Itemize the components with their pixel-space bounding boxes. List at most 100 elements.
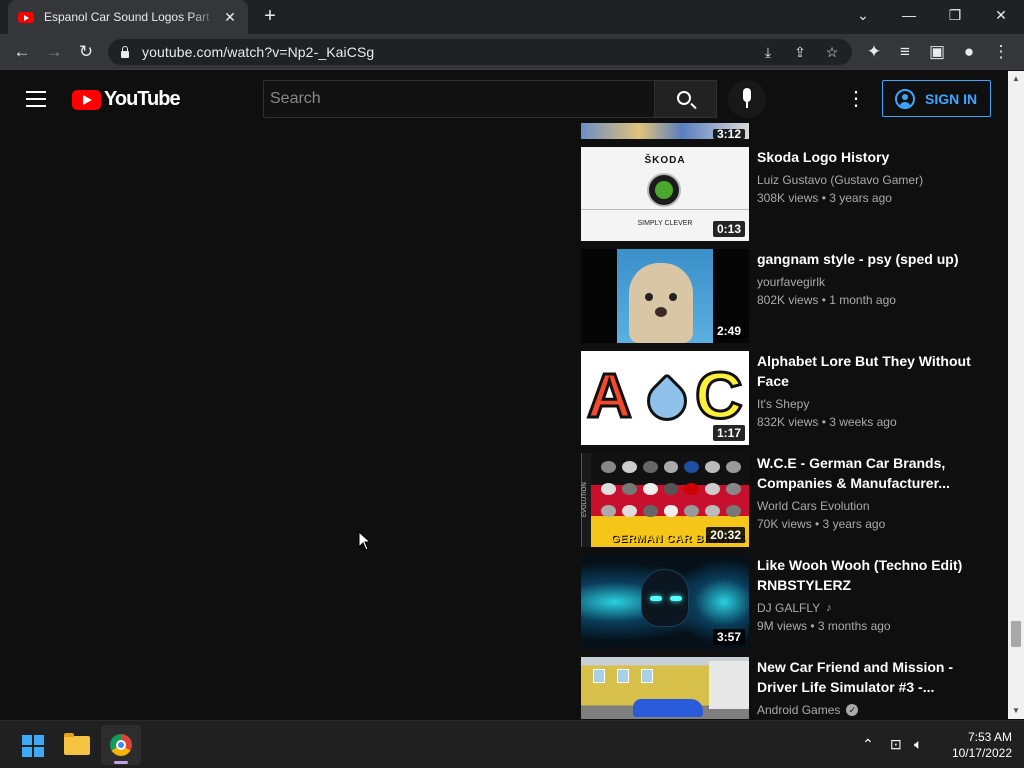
- list-item[interactable]: 3:57 Like Wooh Wooh (Techno Edit) RNBSTY…: [581, 555, 1001, 649]
- channel-name[interactable]: World Cars Evolution: [757, 497, 977, 515]
- search-button[interactable]: [655, 80, 717, 118]
- clock-date: 10/17/2022: [951, 746, 1012, 760]
- system-clock[interactable]: 7:53 AM 10/17/2022: [940, 729, 1012, 761]
- mouse-cursor-icon: [358, 530, 372, 552]
- browser-toolbar: ← → ↻ youtube.com/watch?v=Np2-_KaiCSg ⤓ …: [0, 34, 1024, 70]
- video-title[interactable]: Alphabet Lore But They Without Face: [757, 351, 977, 391]
- tab-title: Espanol Car Sound Logos Part 1 - YouTube: [44, 10, 216, 24]
- video-thumbnail[interactable]: [581, 657, 749, 719]
- video-thumbnail[interactable]: 3:12: [581, 123, 749, 139]
- video-title[interactable]: New Car Friend and Mission - Driver Life…: [757, 657, 977, 697]
- youtube-logo[interactable]: YouTube: [72, 88, 181, 111]
- video-thumbnail[interactable]: 2:49: [581, 249, 749, 343]
- profile-icon[interactable]: ●: [957, 40, 981, 64]
- verified-check-icon: ✓: [846, 704, 859, 716]
- chrome-taskbar-button[interactable]: [101, 725, 141, 765]
- video-thumbnail[interactable]: A C 1:17: [581, 351, 749, 445]
- channel-name[interactable]: DJ GALFLY: [757, 599, 820, 617]
- media-control-icon[interactable]: ≡: [893, 40, 917, 64]
- chrome-icon: [110, 734, 132, 756]
- forward-arrow-icon[interactable]: →: [42, 40, 66, 64]
- lock-icon[interactable]: [120, 46, 130, 58]
- skoda-logo-icon: [647, 173, 681, 207]
- video-duration: 0:13: [712, 221, 745, 237]
- letter-a-text: A: [586, 361, 634, 433]
- volume-icon[interactable]: 🔈︎: [914, 736, 922, 753]
- list-item[interactable]: EVOLUTION GERMAN CAR BRANDS 20:32 W.C.E …: [581, 453, 1001, 547]
- tab-search-icon[interactable]: ⌄: [840, 0, 886, 34]
- network-icon[interactable]: ⊡: [890, 736, 902, 753]
- channel-row: Android Games ✓: [757, 701, 977, 719]
- cat-face-icon: [629, 263, 693, 343]
- side-panel-icon[interactable]: ▣: [925, 40, 949, 64]
- sign-in-label: SIGN IN: [925, 90, 978, 107]
- share-icon[interactable]: ⇪: [790, 42, 810, 62]
- video-title[interactable]: Skoda Logo History: [757, 147, 977, 167]
- video-meta: New Car Friend and Mission - Driver Life…: [757, 657, 977, 719]
- video-duration: 1:17: [712, 425, 745, 441]
- url-text[interactable]: youtube.com/watch?v=Np2-_KaiCSg: [142, 44, 374, 60]
- folder-icon: [64, 733, 90, 755]
- back-arrow-icon[interactable]: ←: [10, 40, 34, 64]
- close-window-button[interactable]: ✕: [978, 0, 1024, 34]
- start-button[interactable]: [12, 725, 52, 765]
- video-meta: Skoda Logo History Luiz Gustavo (Gustavo…: [757, 147, 977, 207]
- reload-icon[interactable]: ↻: [74, 40, 98, 64]
- scroll-up-arrow-icon[interactable]: ▲: [1008, 71, 1024, 87]
- browser-tab-bar: Espanol Car Sound Logos Part 1 - YouTube…: [0, 0, 1024, 34]
- car-icon: [633, 699, 703, 717]
- hooded-figure-icon: [641, 569, 689, 627]
- letter-b-shape: [638, 372, 696, 430]
- video-title[interactable]: gangnam style - psy (sped up): [757, 249, 977, 269]
- channel-name[interactable]: Android Games: [757, 701, 840, 719]
- youtube-play-icon: [72, 89, 101, 110]
- video-duration: 20:32: [706, 527, 745, 543]
- new-tab-button[interactable]: +: [259, 5, 281, 27]
- car-logos-grid: [601, 461, 741, 521]
- clock-time: 7:53 AM: [967, 730, 1012, 744]
- browser-menu-icon[interactable]: ⋮: [989, 40, 1013, 64]
- tab-close-icon[interactable]: ✕: [222, 9, 238, 26]
- show-hidden-icons-chevron-icon[interactable]: ⌃: [862, 736, 874, 753]
- music-note-icon: ♪: [826, 602, 832, 614]
- thumb-side-text: EVOLUTION: [581, 453, 591, 547]
- channel-name[interactable]: It's Shepy: [757, 395, 977, 413]
- youtube-header: YouTube ⋮ SIGN IN: [0, 71, 1008, 127]
- list-item[interactable]: New Car Friend and Mission - Driver Life…: [581, 657, 1001, 719]
- video-meta: Like Wooh Wooh (Techno Edit) RNBSTYLERZ …: [757, 555, 977, 635]
- page-scrollbar[interactable]: ▲ ▼: [1008, 71, 1024, 719]
- minimize-button[interactable]: —: [886, 0, 932, 34]
- list-item[interactable]: ŠKODA SIMPLY CLEVER 0:13 Skoda Logo Hist…: [581, 147, 1001, 241]
- browser-tab-active[interactable]: Espanol Car Sound Logos Part 1 - YouTube…: [8, 0, 248, 34]
- account-icon: [895, 88, 915, 109]
- video-thumbnail[interactable]: 3:57: [581, 555, 749, 649]
- scrollbar-thumb[interactable]: [1011, 621, 1021, 647]
- video-thumbnail[interactable]: ŠKODA SIMPLY CLEVER 0:13: [581, 147, 749, 241]
- list-item[interactable]: 2:49 gangnam style - psy (sped up) yourf…: [581, 249, 1001, 343]
- video-duration: 3:57: [712, 629, 745, 645]
- restore-button[interactable]: ❐: [932, 0, 978, 34]
- bookmark-star-icon[interactable]: ☆: [822, 42, 842, 62]
- video-stats: 802K views • 1 month ago: [757, 293, 896, 307]
- video-meta: Alphabet Lore But They Without Face It's…: [757, 351, 977, 431]
- video-stats: 832K views • 3 weeks ago: [757, 415, 897, 429]
- video-thumbnail[interactable]: EVOLUTION GERMAN CAR BRANDS 20:32: [581, 453, 749, 547]
- menu-hamburger-icon[interactable]: [26, 91, 46, 107]
- list-item-partial[interactable]: 3:12: [581, 123, 1001, 139]
- channel-name[interactable]: Luiz Gustavo (Gustavo Gamer): [757, 171, 977, 189]
- video-title[interactable]: Like Wooh Wooh (Techno Edit) RNBSTYLERZ: [757, 555, 977, 595]
- voice-search-mic-icon[interactable]: [728, 80, 766, 118]
- video-title[interactable]: W.C.E - German Car Brands, Companies & M…: [757, 453, 977, 493]
- more-options-icon[interactable]: ⋮: [846, 87, 866, 111]
- sign-in-button[interactable]: SIGN IN: [882, 80, 991, 117]
- install-app-icon[interactable]: ⤓: [758, 42, 778, 62]
- windows-logo-icon: [22, 735, 44, 757]
- search-input[interactable]: [263, 80, 655, 118]
- scroll-down-arrow-icon[interactable]: ▼: [1008, 703, 1024, 719]
- file-explorer-button[interactable]: [57, 725, 97, 765]
- extensions-puzzle-icon[interactable]: ✦: [862, 40, 886, 64]
- channel-name[interactable]: yourfavegirlk: [757, 273, 977, 291]
- video-stats: 308K views • 3 years ago: [757, 191, 892, 205]
- address-bar[interactable]: youtube.com/watch?v=Np2-_KaiCSg ⤓ ⇪ ☆: [108, 39, 852, 65]
- list-item[interactable]: A C 1:17 Alphabet Lore But They Without …: [581, 351, 1001, 445]
